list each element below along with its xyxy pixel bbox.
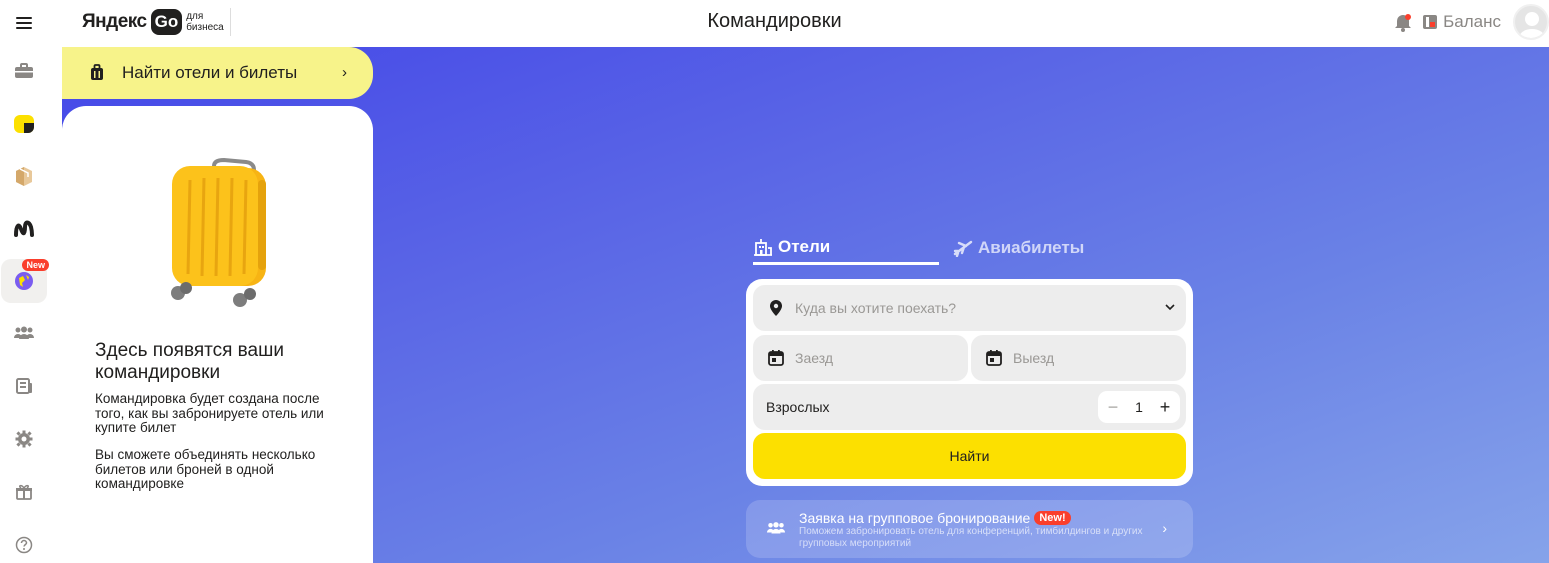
adults-increment-button[interactable]: + [1158, 397, 1172, 418]
adults-count: 1 [1135, 399, 1143, 415]
new-badge: New! [1034, 511, 1071, 525]
top-bar: Яндекс Go для бизнеса Командировки Балан… [0, 0, 1549, 47]
logo-subtitle-line-1: для [186, 11, 204, 22]
balance-button[interactable]: Баланс [1422, 12, 1501, 32]
balance-icon [1423, 15, 1438, 29]
logo-divider [229, 8, 231, 36]
sidebar-item-help[interactable] [0, 523, 47, 563]
group-booking-subtitle: Поможем забронировать отель для конферен… [799, 526, 1143, 549]
menu-icon[interactable] [14, 14, 34, 34]
gear-icon [15, 430, 32, 448]
checkout-date-input[interactable]: Выезд [971, 335, 1186, 381]
sidebar-item-market[interactable] [0, 206, 47, 250]
help-icon [15, 536, 32, 554]
travel-globe-icon [15, 272, 33, 290]
logo-text: Яндекс [82, 11, 147, 32]
logo[interactable]: Яндекс Go для бизнеса [82, 7, 231, 37]
new-badge: New [22, 259, 49, 271]
checkin-placeholder: Заезд [795, 350, 834, 366]
logo-go: Go [150, 9, 183, 35]
briefcase-icon [14, 63, 33, 78]
empty-trips-card: Здесь появятся ваши командировки Команди… [62, 106, 373, 563]
delivery-box-icon [15, 167, 32, 186]
avatar[interactable] [1513, 4, 1549, 40]
suitcase-illustration [171, 158, 266, 307]
destination-input[interactable]: Куда вы хотите поехать? [753, 285, 1186, 331]
logo-subtitle: для бизнеса [186, 11, 224, 33]
location-pin-icon [770, 300, 782, 316]
group-booking-title: Заявка на групповое бронирование [799, 510, 1031, 526]
sidebar-item-settings[interactable] [0, 417, 47, 461]
hotel-search-form: Куда вы хотите поехать? Заезд Выезд Взро… [746, 279, 1193, 486]
logo-subtitle-line-2: бизнеса [186, 22, 224, 33]
destination-placeholder: Куда вы хотите поехать? [795, 300, 957, 316]
tab-hotels[interactable]: Отели [753, 231, 939, 265]
balance-label: Баланс [1443, 12, 1501, 31]
group-people-icon [766, 522, 786, 534]
empty-trips-title: Здесь появятся ваши командировки [95, 340, 284, 383]
plane-icon [953, 240, 973, 257]
sidebar-item-eats[interactable] [0, 102, 47, 146]
find-hotels-tickets-button[interactable]: Найти отели и билеты › [62, 47, 373, 99]
empty-trips-hint: Вы сможете объединять несколько билетов … [95, 447, 316, 491]
market-icon [13, 220, 34, 237]
reports-icon [15, 378, 32, 394]
adults-stepper: − 1 + [1098, 391, 1180, 423]
adults-decrement-button[interactable]: − [1106, 397, 1120, 418]
chevron-right-icon: › [1162, 520, 1167, 536]
sidebar-item-travel[interactable]: New [1, 259, 49, 303]
page-title: Командировки [707, 10, 842, 32]
gift-icon [15, 484, 32, 500]
checkin-date-input[interactable]: Заезд [753, 335, 968, 381]
sidebar-item-employees[interactable] [0, 311, 47, 355]
checkout-placeholder: Выезд [1013, 350, 1055, 366]
tab-avia-label: Авиабилеты [978, 238, 1085, 257]
adults-label: Взрослых [766, 399, 830, 415]
search-submit-button[interactable]: Найти [753, 433, 1186, 479]
sidebar-item-trips[interactable] [0, 49, 47, 93]
calendar-icon [986, 350, 1002, 366]
tab-hotels-label: Отели [778, 236, 831, 256]
luggage-icon [91, 64, 103, 80]
notifications-bell-icon[interactable] [1392, 11, 1414, 33]
sidebar-rail: New [0, 47, 62, 563]
empty-trips-description: Командировка будет создана после того, к… [95, 391, 324, 435]
sidebar-item-reports[interactable] [0, 364, 47, 408]
adults-field: Взрослых − 1 + [753, 384, 1186, 430]
user-avatar-icon [1519, 12, 1545, 38]
calendar-icon [768, 350, 784, 366]
people-icon [13, 326, 34, 339]
group-booking-card[interactable]: Заявка на групповое бронирование New! По… [746, 500, 1193, 558]
sidebar-item-gifts[interactable] [0, 470, 47, 514]
sidebar-item-delivery[interactable] [0, 154, 47, 198]
find-hotels-tickets-label: Найти отели и билеты [122, 63, 298, 82]
group-booking-title-row: Заявка на групповое бронирование New! [799, 510, 1071, 526]
chevron-down-icon [1165, 304, 1175, 311]
tab-avia[interactable]: Авиабилеты [953, 231, 1084, 265]
chevron-right-icon: › [342, 64, 347, 81]
eats-icon [13, 115, 34, 133]
hotel-icon [754, 238, 772, 256]
